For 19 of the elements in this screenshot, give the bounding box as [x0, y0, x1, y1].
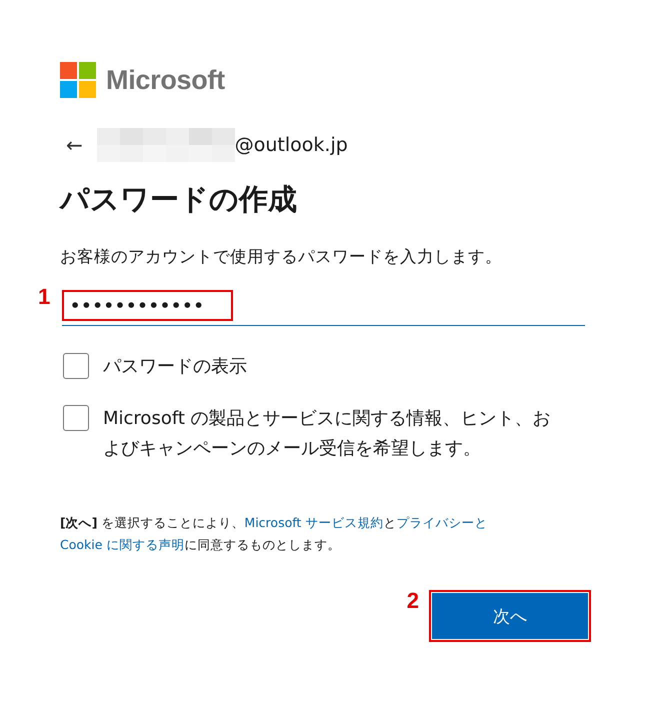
- email-address: @outlook.jp: [234, 134, 348, 156]
- logo-icon: [60, 62, 96, 98]
- annotation-number: 1: [38, 284, 50, 310]
- password-value: ••••••••••••: [62, 290, 233, 321]
- password-field[interactable]: ••••••••••••: [62, 290, 585, 326]
- checkbox[interactable]: [63, 353, 89, 379]
- checkbox-label: パスワードの表示: [103, 355, 248, 379]
- checkbox-label: Microsoft の製品とサービスに関する情報、ヒント、およびキャンペーンのメール受信を希望します。: [103, 407, 552, 461]
- brand-name: Microsoft: [106, 64, 225, 96]
- checkbox[interactable]: [63, 405, 89, 431]
- description: お客様のアカウントで使用するパスワードを入力します。: [60, 246, 503, 268]
- link[interactable]: Microsoft サービス規約: [244, 515, 384, 530]
- next-button[interactable]: 次へ: [432, 593, 588, 639]
- consent-text: [次へ] を選択することにより、Microsoft サービス規約 と プライバシーと Cookie に関する声明に同意するものとします。: [60, 514, 488, 554]
- annotation-number: 2: [406, 588, 419, 614]
- back-arrow[interactable]: ←: [66, 133, 83, 157]
- link[interactable]: Cookie に関する声明: [60, 537, 184, 552]
- page-title: パスワードの作成: [60, 181, 298, 218]
- link[interactable]: プライバシーと: [396, 515, 488, 530]
